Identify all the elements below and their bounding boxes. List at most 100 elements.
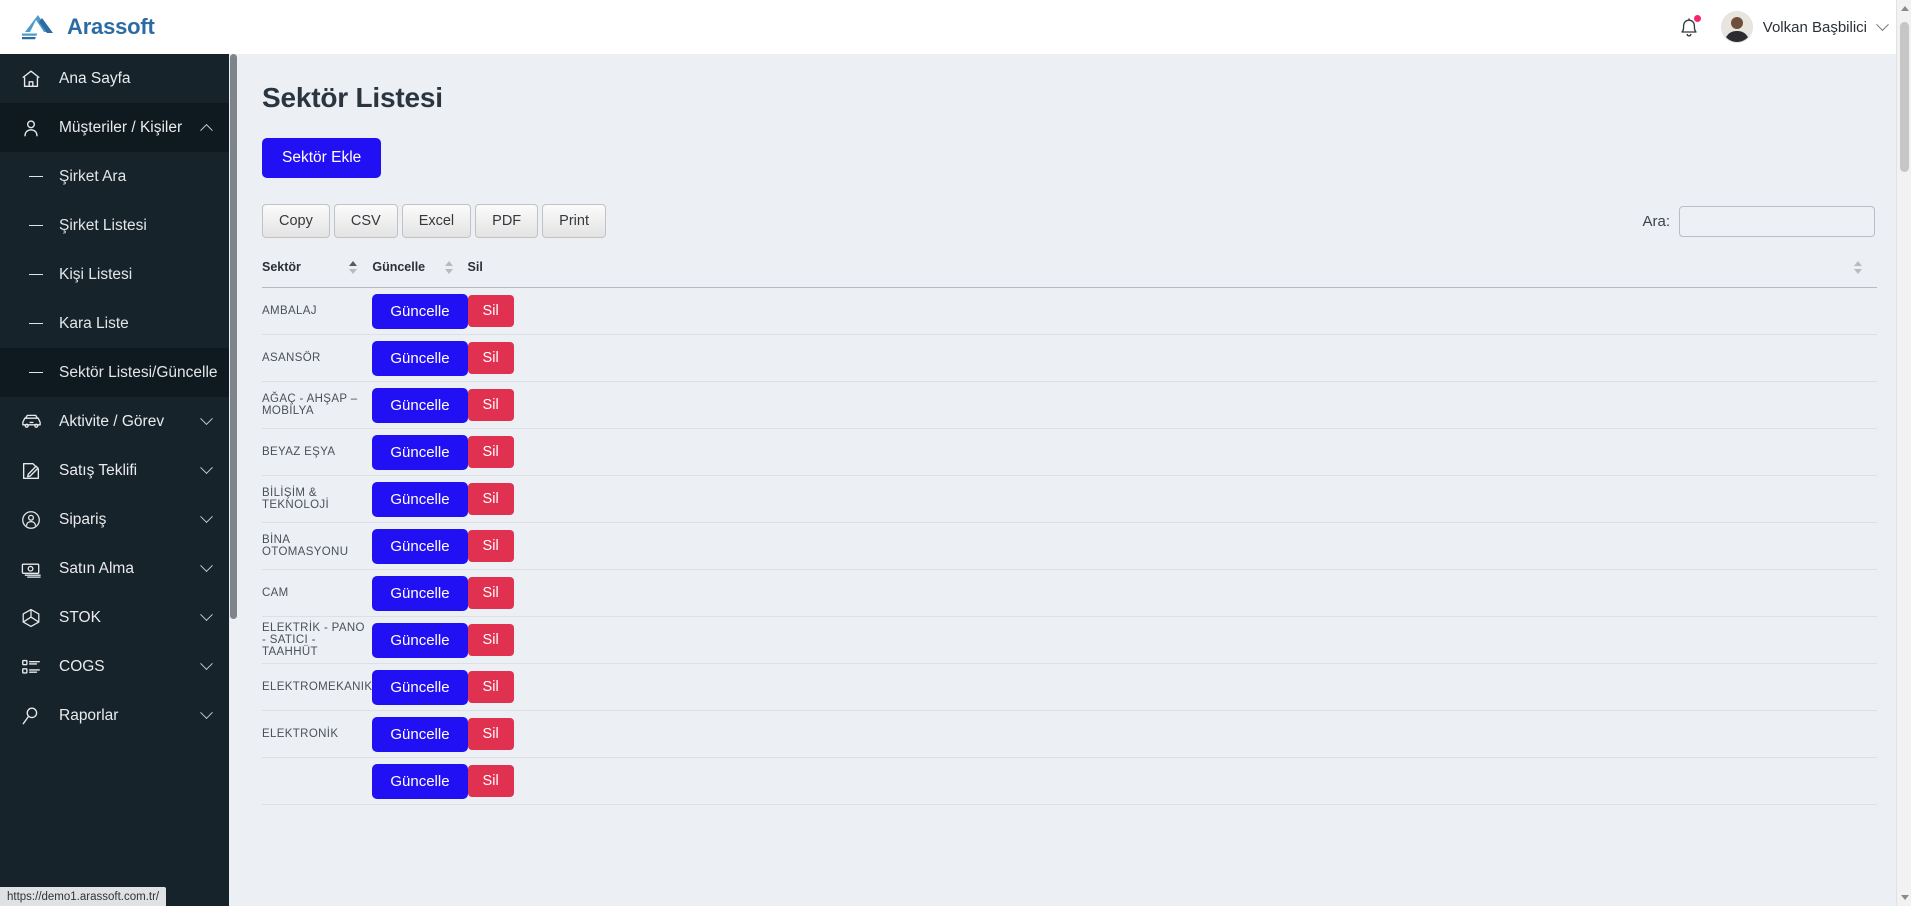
cell-sil: Sil [467,381,1877,429]
cell-sektor: AĞAÇ - AHŞAP – MOBİLYA [262,381,373,429]
cell-sektor: BİNA OTOMASYONU [262,522,373,570]
sidebar-item-aktivite-gorev[interactable]: Aktivite / Görev [0,397,229,446]
chevron-down-icon[interactable] [1876,17,1889,31]
column-header-sektor[interactable]: Sektör [262,260,373,288]
delete-button[interactable]: Sil [467,624,514,656]
delete-button[interactable]: Sil [467,295,514,327]
delete-button[interactable]: Sil [467,530,514,562]
search-input[interactable] [1679,205,1875,237]
chevron-down-icon[interactable] [200,510,213,524]
update-button[interactable]: Güncelle [372,669,468,705]
table-row: BİNA OTOMASYONU Güncelle Sil [262,522,1877,570]
list-icon [19,655,43,679]
delete-button[interactable]: Sil [467,765,514,797]
excel-button[interactable]: Excel [401,204,472,238]
cell-sil: Sil [467,569,1877,617]
sidebar-item-kisi-listesi[interactable]: Kişi Listesi [0,250,229,299]
sidebar-item-musteriler-kisiler[interactable]: Müşteriler / Kişiler [0,103,229,152]
sidebar-item-ana-sayfa[interactable]: Ana Sayfa [0,54,229,103]
update-button[interactable]: Güncelle [372,387,468,423]
bell-icon[interactable] [1678,15,1701,39]
sidebar-item-label: Aktivite / Görev [59,412,165,430]
column-header-label: Sil [467,260,483,274]
delete-button[interactable]: Sil [467,671,514,703]
scroll-down-arrow-icon[interactable] [1901,895,1909,900]
update-button[interactable]: Güncelle [372,340,468,376]
sidebar-item-sirket-ara[interactable]: Şirket Ara [0,152,229,201]
delete-button[interactable]: Sil [467,389,514,421]
cell-guncelle: Güncelle [372,287,468,335]
column-header-sil[interactable]: Sil [467,260,1877,288]
cell-sil: Sil [467,475,1877,523]
chevron-down-icon[interactable] [200,461,213,475]
sort-arrows-icon[interactable] [1854,260,1863,276]
update-button[interactable]: Güncelle [372,481,468,517]
print-button[interactable]: Print [542,204,606,238]
table-row: BİLİŞİM & TEKNOLOJİ Güncelle Sil [262,475,1877,523]
delete-button[interactable]: Sil [467,718,514,750]
cell-guncelle: Güncelle [372,710,468,758]
user-menu[interactable]: Volkan Başbilici [1721,12,1889,42]
chevron-down-icon[interactable] [200,608,213,622]
content-scrollbar[interactable] [229,54,238,906]
chevron-down-icon[interactable] [200,412,213,426]
cell-sil: Sil [467,334,1877,382]
update-button[interactable]: Güncelle [372,622,468,658]
update-button[interactable]: Güncelle [372,293,468,329]
cell-guncelle: Güncelle [372,381,468,429]
page-title: Sektör Listesi [262,82,443,113]
sort-arrows-icon[interactable] [349,260,358,276]
sidebar-item-cogs[interactable]: COGS [0,642,229,691]
update-button[interactable]: Güncelle [372,575,468,611]
update-button[interactable]: Güncelle [372,763,468,799]
cell-guncelle: Güncelle [372,616,468,664]
delete-button[interactable]: Sil [467,342,514,374]
content-scrollbar-thumb[interactable] [230,54,237,619]
column-header-label: Sektör [262,260,301,274]
chevron-down-icon[interactable] [200,559,213,573]
brand-logo-link[interactable]: Arassoft [0,12,155,42]
sidebar-item-label: Satış Teklifi [59,461,138,479]
table-header-row: Sektör Güncelle Sil [262,260,1877,288]
window-scrollbar[interactable] [1896,0,1911,906]
sort-arrows-icon[interactable] [444,260,454,276]
sidebar-item-satin-alma[interactable]: Satın Alma [0,544,229,593]
cell-guncelle: Güncelle [372,475,468,523]
sidebar-item-stok[interactable]: STOK [0,593,229,642]
cell-guncelle: Güncelle [372,569,468,617]
sidebar-item-kara-liste[interactable]: Kara Liste [0,299,229,348]
dash-icon [29,225,43,226]
sidebar-item-siparis[interactable]: Sipariş [0,495,229,544]
chevron-down-icon[interactable] [200,706,213,720]
delete-button[interactable]: Sil [467,436,514,468]
column-header-guncelle[interactable]: Güncelle [372,260,468,288]
window-scrollbar-thumb[interactable] [1900,22,1909,172]
add-sector-button[interactable]: Sektör Ekle [262,138,382,178]
update-button[interactable]: Güncelle [372,716,468,752]
sidebar-item-sirket-listesi[interactable]: Şirket Listesi [0,201,229,250]
sidebar-item-label: Raporlar [59,706,119,724]
update-button[interactable]: Güncelle [372,434,468,470]
cell-sil: Sil [467,522,1877,570]
chevron-down-icon[interactable] [200,657,213,671]
copy-button[interactable]: Copy [262,204,330,238]
brand-name: Arassoft [67,14,155,39]
search-label: Ara: [1642,212,1670,230]
sidebar-item-label: STOK [59,608,101,626]
scroll-up-arrow-icon[interactable] [1901,6,1909,11]
cell-sil: Sil [467,287,1877,335]
pdf-button[interactable]: PDF [475,204,539,238]
csv-button[interactable]: CSV [333,204,398,238]
delete-button[interactable]: Sil [467,483,514,515]
update-button[interactable]: Güncelle [372,528,468,564]
sidebar-item-satis-teklifi[interactable]: Satış Teklifi [0,446,229,495]
user-icon [19,116,43,140]
chevron-up-icon[interactable] [200,123,213,137]
delete-button[interactable]: Sil [467,577,514,609]
cell-sektor: ELEKTRONİK [262,710,373,758]
dash-icon [29,372,43,373]
sidebar-item-raporlar[interactable]: Raporlar [0,691,229,740]
status-bar-url: https://demo1.arassoft.com.tr/ [0,887,167,906]
sidebar-item-sektor-listesi-guncelle[interactable]: Sektör Listesi/Güncelle [0,348,229,397]
table-row: AĞAÇ - AHŞAP – MOBİLYA Güncelle Sil [262,381,1877,429]
